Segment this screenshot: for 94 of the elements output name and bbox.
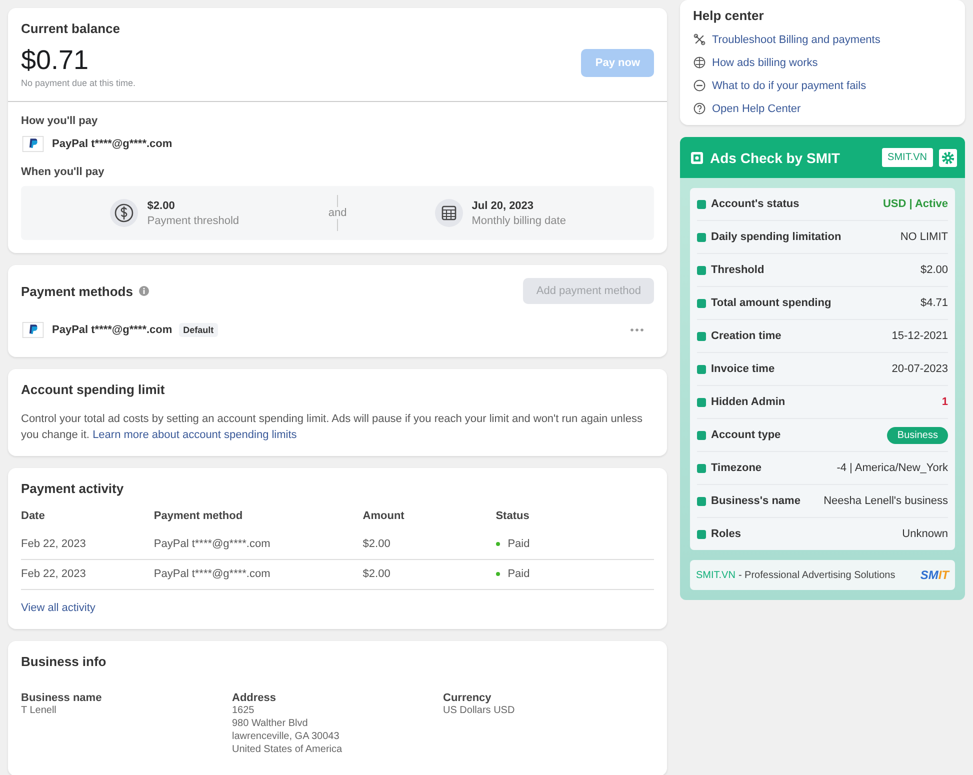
card-title: Help center <box>693 8 765 23</box>
detail-value: NO LIMIT <box>900 231 948 243</box>
account-type-badge: Business <box>887 426 948 444</box>
and-text: and <box>328 207 347 219</box>
column-header: Status <box>496 510 530 524</box>
row-icon <box>697 200 706 208</box>
row-icon <box>697 530 706 538</box>
table-cell: $2.00 <box>362 560 496 590</box>
section-label: When you'll pay <box>21 166 106 178</box>
detail-label: Hidden Admin <box>711 396 786 408</box>
detail-value: Neesha Lenell's business <box>824 495 948 507</box>
card-title: Business info <box>21 654 108 669</box>
detail-value: $4.71 <box>920 297 948 309</box>
detail-label: Daily spending limitation <box>711 231 842 243</box>
row-icon <box>697 496 706 506</box>
info-icon[interactable] <box>138 286 149 296</box>
default-badge: Default <box>179 323 218 337</box>
field-label: Currency <box>443 692 492 704</box>
card-title: Payment methods <box>21 284 133 298</box>
row-icon <box>697 298 706 308</box>
paypal-logo-icon <box>21 322 45 338</box>
crossed-tools-icon <box>693 33 706 46</box>
billing-date-value: Jul 20, 2023 <box>472 200 535 212</box>
brand-logo: SMIT <box>920 568 949 582</box>
help-link[interactable]: How ads billing works <box>712 56 818 68</box>
row-icon <box>697 364 706 374</box>
row-icon <box>697 266 706 274</box>
row-icon <box>697 464 706 472</box>
card-title: Payment activity <box>21 481 125 496</box>
row-icon <box>697 232 706 242</box>
help-icon <box>693 102 706 115</box>
status-text: Paid <box>508 538 530 550</box>
threshold-value: $2.00 <box>147 200 176 212</box>
column-header: Date <box>21 510 46 524</box>
column-header: Amount <box>362 510 406 524</box>
help-link[interactable]: Open Help Center <box>712 102 801 114</box>
table-cell: PayPal t****@g****.com <box>154 530 363 560</box>
dollar-icon <box>110 199 138 227</box>
footer-tagline: - Professional Advertising Solutions <box>738 570 896 580</box>
payment-method-text: PayPal t****@g****.com <box>52 324 172 336</box>
table-cell: Feb 22, 2023 <box>21 530 154 560</box>
detail-label: Invoice time <box>711 363 775 375</box>
column-header: Payment method <box>154 510 363 530</box>
field-label: Business name <box>21 692 103 704</box>
balance-amount: $0.71 <box>21 45 90 76</box>
field-value: T Lenell <box>21 704 58 717</box>
section-label: How you'll pay <box>21 115 99 127</box>
help-link[interactable]: Troubleshoot Billing and payments <box>712 34 880 46</box>
payment-method-text: PayPal t****@g****.com <box>52 138 172 150</box>
detail-label: Account's status <box>711 198 800 210</box>
table-cell: Feb 22, 2023 <box>21 560 154 590</box>
detail-label: Business's name <box>711 495 800 507</box>
settings-icon[interactable] <box>939 148 957 166</box>
field-value: 1625 <box>232 704 256 717</box>
table-cell: $2.00 <box>362 530 496 560</box>
help-link[interactable]: What to do if your payment fails <box>712 80 866 92</box>
detail-label: Account type <box>711 429 781 441</box>
panel-title: Ads Check by SMIT <box>710 150 841 166</box>
learn-more-link[interactable]: Learn more about account spending limits <box>92 429 297 441</box>
detail-label: Threshold <box>711 264 764 276</box>
row-icon <box>697 332 706 340</box>
status-text: Paid <box>508 568 530 580</box>
more-options-icon[interactable] <box>630 328 644 332</box>
detail-value: Unknown <box>902 528 948 540</box>
detail-value: USD | Active <box>882 198 948 210</box>
balance-note: No payment due at this time. <box>21 78 136 88</box>
detail-label: Timezone <box>711 462 762 474</box>
detail-label: Total amount spending <box>711 297 832 309</box>
card-title: Current balance <box>21 21 121 36</box>
threshold-label: Payment threshold <box>147 214 240 226</box>
field-label: Address <box>232 692 278 704</box>
detail-label: Roles <box>711 528 741 540</box>
detail-value: $2.00 <box>920 264 948 276</box>
row-icon <box>697 430 706 440</box>
minus-circle-icon <box>693 79 706 92</box>
field-value: lawrenceville, GA 30043 <box>232 730 340 743</box>
detail-value: 20-07-2023 <box>892 363 948 375</box>
field-value: United States of America <box>232 743 344 756</box>
row-icon <box>697 398 706 406</box>
view-all-activity-link[interactable]: View all activity <box>21 602 96 614</box>
field-value: US Dollars USD <box>443 704 516 717</box>
detail-value: 1 <box>942 396 948 408</box>
detail-value: 15-12-2021 <box>892 330 948 342</box>
detail-label: Creation time <box>711 330 782 342</box>
table-cell: PayPal t****@g****.com <box>154 560 363 590</box>
billing-date-label: Monthly billing date <box>472 214 566 226</box>
footer-brand-text: SMIT.VN <box>696 570 736 580</box>
globe-icon <box>693 56 706 69</box>
paypal-logo-icon <box>21 136 45 152</box>
card-title: Account spending limit <box>21 382 166 397</box>
description-text: Control your total ad costs by setting an account spending limit. Ads will pause if you reach your limit and won't run again unless you change it. Learn more about account spending limits <box>21 412 644 443</box>
calendar-icon <box>434 199 463 227</box>
detail-value: -4 | America/New_York <box>836 462 948 474</box>
field-value: 980 Walther Blvd <box>232 717 309 730</box>
